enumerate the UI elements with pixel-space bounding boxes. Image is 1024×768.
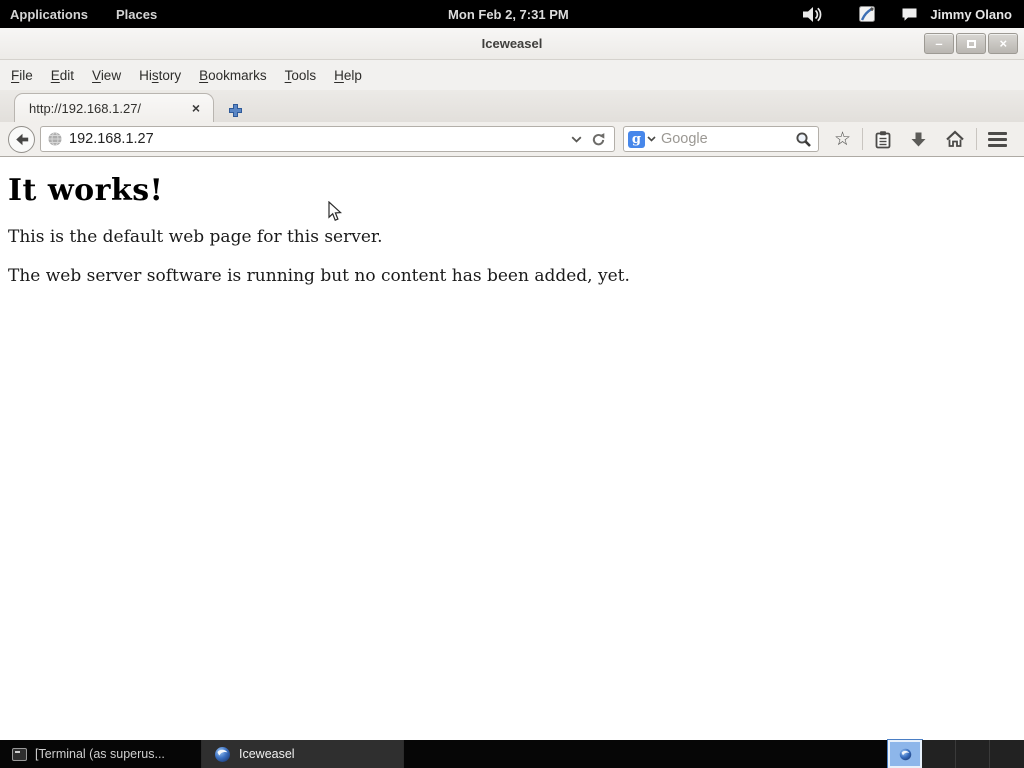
chevron-down-icon: [571, 136, 582, 143]
google-favicon: g: [628, 131, 645, 148]
chevron-down-icon: [647, 136, 656, 142]
desktop: Applications Places Mon Feb 2, 7:31 PM: [0, 0, 1024, 768]
page-paragraph: The web server software is running but n…: [8, 266, 1016, 286]
bookmark-star-button[interactable]: ☆: [825, 126, 860, 153]
tab-title: http://192.168.1.27/: [29, 101, 187, 116]
home-button[interactable]: [936, 126, 974, 152]
places-menu[interactable]: Places: [102, 0, 171, 28]
window-title: Iceweasel: [102, 36, 922, 51]
volume-icon[interactable]: [796, 0, 830, 28]
menu-tools[interactable]: Tools: [276, 63, 326, 88]
taskbar-item-terminal[interactable]: [Terminal (as superus...: [0, 740, 202, 768]
page-content: It works! This is the default web page f…: [0, 157, 1024, 740]
taskbar-item-iceweasel[interactable]: Iceweasel: [202, 740, 404, 768]
maximize-icon: [967, 40, 976, 48]
bottom-taskbar: [Terminal (as superus... Iceweasel: [0, 740, 1024, 768]
search-input[interactable]: [661, 131, 791, 147]
clipboard-icon: [874, 130, 892, 149]
star-icon: ☆: [834, 130, 851, 149]
iceweasel-mini-icon: [899, 748, 912, 761]
download-arrow-icon: [910, 131, 927, 148]
minimize-icon: –: [935, 37, 942, 50]
url-input[interactable]: [69, 131, 566, 147]
search-bar[interactable]: g: [623, 126, 819, 152]
home-icon: [945, 130, 965, 148]
iceweasel-icon: [214, 746, 231, 763]
mouse-cursor: [328, 201, 342, 222]
menu-file[interactable]: File: [2, 63, 42, 88]
close-button[interactable]: ×: [988, 33, 1018, 54]
terminal-icon: [12, 748, 27, 761]
page-paragraph: This is the default web page for this se…: [8, 227, 1016, 247]
chat-icon[interactable]: [895, 0, 924, 28]
taskbar-item-label: [Terminal (as superus...: [35, 747, 165, 761]
gnome-top-panel: Applications Places Mon Feb 2, 7:31 PM: [0, 0, 1024, 28]
workspace-1[interactable]: [888, 740, 922, 768]
search-engine-selector[interactable]: g: [628, 131, 656, 148]
panel-status-area: Jimmy Olano: [796, 0, 1024, 28]
workspace-4[interactable]: [990, 740, 1024, 768]
toolbar-buttons: ☆: [825, 126, 1016, 153]
back-button[interactable]: [8, 126, 35, 153]
workspace-2[interactable]: [922, 740, 956, 768]
workspace-3[interactable]: [956, 740, 990, 768]
menu-view[interactable]: View: [83, 63, 130, 88]
downloads-button[interactable]: [901, 127, 936, 152]
hamburger-icon: [988, 132, 1007, 135]
pen-input-icon[interactable]: [852, 0, 883, 28]
tab-bar: http://192.168.1.27/ ×: [0, 90, 1024, 122]
window-titlebar[interactable]: Iceweasel – ×: [0, 28, 1024, 60]
applications-menu[interactable]: Applications: [0, 0, 102, 28]
maximize-button[interactable]: [956, 33, 986, 54]
menu-history[interactable]: History: [130, 63, 190, 88]
toolbar-separator: [976, 128, 977, 150]
clock[interactable]: Mon Feb 2, 7:31 PM: [448, 7, 569, 22]
search-button[interactable]: [791, 131, 812, 148]
magnifier-icon: [795, 131, 812, 148]
url-history-dropdown[interactable]: [566, 132, 587, 147]
reload-button[interactable]: [587, 129, 610, 150]
workspace-switcher: [887, 740, 1024, 768]
back-arrow-icon: [15, 133, 29, 146]
menu-panel-button[interactable]: [979, 128, 1016, 151]
new-tab-icon: [228, 103, 243, 118]
url-bar[interactable]: [40, 126, 615, 152]
page-heading: It works!: [8, 173, 1016, 208]
menu-bookmarks[interactable]: Bookmarks: [190, 63, 276, 88]
browser-menubar: File Edit View History Bookmarks Tools H…: [0, 60, 1024, 90]
navigation-toolbar: g ☆: [0, 122, 1024, 157]
close-icon: ×: [999, 37, 1007, 50]
menu-edit[interactable]: Edit: [42, 63, 83, 88]
panel-menus: Applications Places: [0, 0, 171, 28]
menu-help[interactable]: Help: [325, 63, 371, 88]
bookmarks-menu-button[interactable]: [865, 126, 901, 153]
taskbar-item-label: Iceweasel: [239, 747, 295, 761]
window-controls: – ×: [922, 33, 1018, 54]
user-menu[interactable]: Jimmy Olano: [926, 7, 1016, 22]
reload-icon: [591, 132, 606, 147]
minimize-button[interactable]: –: [924, 33, 954, 54]
tab-active[interactable]: http://192.168.1.27/ ×: [14, 93, 214, 122]
tab-close-icon[interactable]: ×: [187, 100, 205, 116]
new-tab-button[interactable]: [228, 103, 243, 118]
site-identity-globe-icon[interactable]: [47, 131, 63, 147]
toolbar-separator: [862, 128, 863, 150]
